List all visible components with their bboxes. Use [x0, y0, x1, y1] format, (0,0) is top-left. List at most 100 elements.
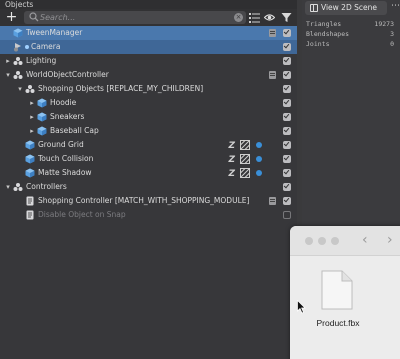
- forward-button[interactable]: ›: [387, 232, 393, 248]
- expand-arrow-icon[interactable]: ▾: [16, 82, 24, 96]
- stat-label: Joints: [306, 40, 330, 48]
- tree-row-label: Matte Shadow: [38, 168, 92, 177]
- clear-search-icon[interactable]: ×: [234, 13, 243, 22]
- tree-row-label: WorldObjectController: [26, 70, 109, 79]
- tree-row-label: Baseball Cap: [50, 126, 99, 135]
- tree-row-label: Shopping Objects [REPLACE_MY_CHILDREN]: [38, 84, 204, 93]
- expand-arrow-icon[interactable]: ▾: [4, 68, 12, 82]
- tree-row[interactable]: Camera: [0, 40, 297, 54]
- enabled-checkbox[interactable]: [283, 183, 291, 191]
- script-icon: [26, 210, 34, 220]
- tree-row-label: Controllers: [26, 182, 67, 191]
- material-icon: [240, 140, 250, 150]
- enabled-checkbox[interactable]: [283, 211, 291, 219]
- stat-value: 3: [390, 30, 394, 38]
- objects-panel-title: Objects: [0, 0, 297, 9]
- enabled-checkbox[interactable]: [283, 169, 291, 177]
- scene-panel: View 2D Scene ⋯ Triangles 19273 Blendsha…: [302, 0, 400, 230]
- expand-arrow-icon[interactable]: ▸: [28, 124, 36, 138]
- tree-row[interactable]: TweenManager: [0, 26, 297, 40]
- stat-value: 0: [390, 40, 394, 48]
- tree-row-label: Sneakers: [50, 112, 85, 121]
- cube-icon: [37, 98, 47, 108]
- filter-icon[interactable]: [281, 12, 292, 23]
- tree-row-label: Ground Grid: [38, 140, 84, 149]
- enabled-checkbox[interactable]: [283, 197, 291, 205]
- tree-row[interactable]: ▸ Sneakers: [0, 110, 297, 124]
- search-box[interactable]: ×: [24, 11, 246, 24]
- enabled-checkbox[interactable]: [283, 99, 291, 107]
- material-icon: [240, 154, 250, 164]
- tree-row[interactable]: ▾ WorldObjectController: [0, 68, 297, 82]
- render-order-icon: Z: [228, 169, 235, 179]
- finder-window: ‹ › Product.fbx: [290, 226, 400, 359]
- tree-row[interactable]: ▸ Baseball Cap: [0, 124, 297, 138]
- enabled-checkbox[interactable]: [283, 85, 291, 93]
- tree-row-label: Touch Collision: [38, 154, 94, 163]
- tree-row[interactable]: ▾ Controllers: [0, 180, 297, 194]
- stat-row: Blendshapes 3: [306, 29, 398, 39]
- more-options-button[interactable]: ⋯: [391, 1, 400, 11]
- expand-arrow-icon[interactable]: ▸: [4, 54, 12, 68]
- tree-row-label: Disable Object on Snap: [38, 210, 126, 219]
- enabled-checkbox[interactable]: [283, 141, 291, 149]
- expand-arrow-icon[interactable]: ▾: [4, 180, 12, 194]
- material-icon: [240, 168, 250, 178]
- component-icon: [269, 197, 276, 205]
- panel-layout-icon: [310, 4, 318, 12]
- minimize-window-button[interactable]: [318, 237, 326, 245]
- tree-row-label: Shopping Controller [MATCH_WITH_SHOPPING…: [38, 196, 250, 205]
- document-file-icon[interactable]: [321, 270, 353, 310]
- enabled-checkbox[interactable]: [283, 71, 291, 79]
- file-name-label[interactable]: Product.fbx: [302, 318, 374, 328]
- enabled-checkbox[interactable]: [283, 29, 291, 37]
- enabled-checkbox[interactable]: [283, 113, 291, 121]
- render-order-icon: Z: [228, 155, 235, 165]
- enabled-checkbox[interactable]: [283, 57, 291, 65]
- tree-row[interactable]: ▸ Hoodie: [0, 96, 297, 110]
- tree-row[interactable]: ▸ Lighting: [0, 54, 297, 68]
- component-icon: [269, 71, 276, 79]
- cube-icon: [13, 28, 23, 38]
- expand-arrow-icon[interactable]: ▸: [28, 110, 36, 124]
- cube-icon: [25, 168, 35, 178]
- scene-stats: Triangles 19273 Blendshapes 3 Joints 0: [306, 19, 398, 49]
- stat-row: Triangles 19273: [306, 19, 398, 29]
- cube-icon: [25, 154, 35, 164]
- layer-dot-icon: [256, 142, 262, 148]
- search-icon: [29, 12, 39, 22]
- back-button[interactable]: ‹: [362, 232, 368, 248]
- enabled-checkbox[interactable]: [283, 127, 291, 135]
- search-input[interactable]: [40, 11, 230, 24]
- enabled-checkbox[interactable]: [283, 155, 291, 163]
- layer-dot-icon: [256, 170, 262, 176]
- scene-object-icon: [13, 71, 23, 79]
- tree-row-label: Hoodie: [50, 98, 77, 107]
- list-sort-icon[interactable]: [249, 12, 260, 23]
- close-window-button[interactable]: [305, 237, 313, 245]
- cube-icon: [37, 112, 47, 122]
- add-object-button[interactable]: +: [5, 9, 18, 26]
- zoom-window-button[interactable]: [331, 237, 339, 245]
- cube-icon: [37, 126, 47, 136]
- objects-toolbar: + ×: [0, 9, 297, 26]
- tree-row[interactable]: Disable Object on Snap: [0, 208, 297, 222]
- finder-titlebar: ‹ ›: [290, 226, 400, 256]
- tree-row[interactable]: Touch Collision Z: [0, 152, 297, 166]
- lighting-icon: [13, 57, 23, 65]
- tree-row[interactable]: Ground Grid Z: [0, 138, 297, 152]
- tree-row[interactable]: Shopping Controller [MATCH_WITH_SHOPPING…: [0, 194, 297, 208]
- view-2d-scene-button[interactable]: View 2D Scene: [305, 1, 387, 15]
- camera-icon: [14, 43, 21, 52]
- scene-object-icon: [13, 183, 23, 191]
- layer-dot-icon: [256, 156, 262, 162]
- active-camera-dot: [25, 45, 29, 49]
- tree-row-label: Lighting: [26, 56, 57, 65]
- tree-row[interactable]: Matte Shadow Z: [0, 166, 297, 180]
- enabled-checkbox[interactable]: [283, 43, 291, 51]
- objects-panel: Objects + × TweenManager Camera ▸ Lighting ▾…: [0, 0, 297, 359]
- expand-arrow-icon[interactable]: ▸: [28, 96, 36, 110]
- visibility-eye-icon[interactable]: [264, 12, 275, 23]
- stat-value: 19273: [374, 20, 394, 28]
- tree-row[interactable]: ▾ Shopping Objects [REPLACE_MY_CHILDREN]: [0, 82, 297, 96]
